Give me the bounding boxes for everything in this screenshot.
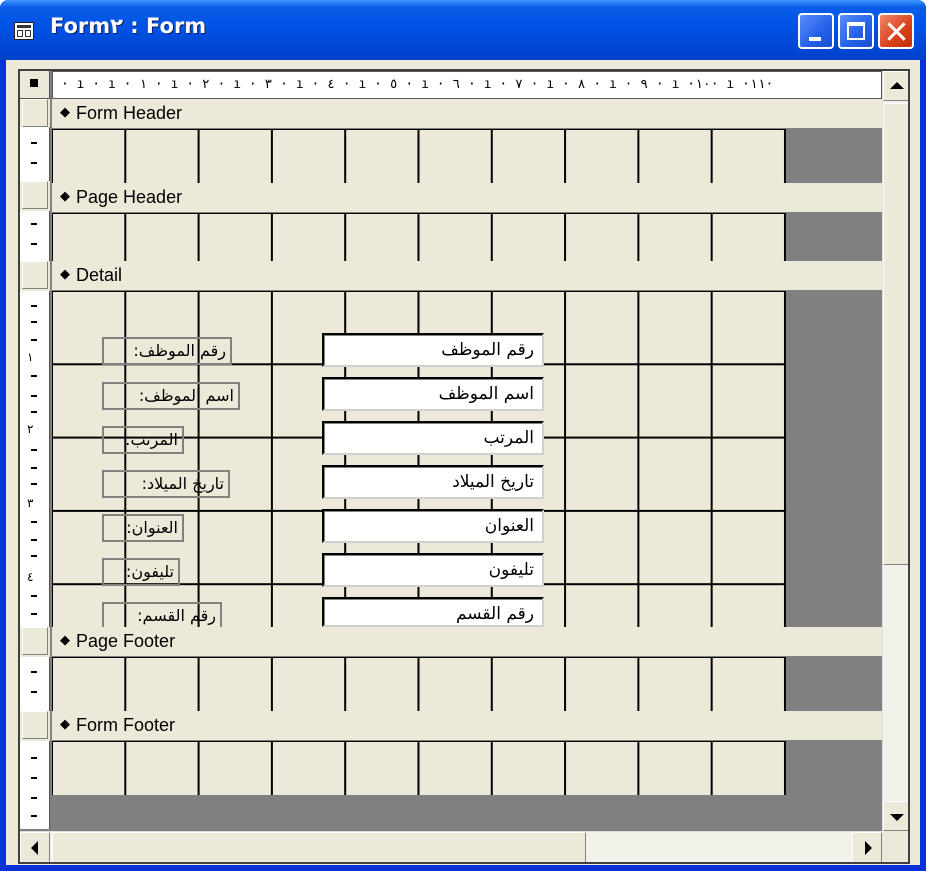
horizontal-ruler[interactable]: · ı · ı · ١ · ı · ٢ · ı · ٣ · ı · ٤ · ı …: [52, 71, 882, 99]
field-label-employee-name[interactable]: اسم الموظف:: [102, 382, 240, 410]
textbox-address[interactable]: العنوان: [322, 509, 544, 543]
scroll-up-button[interactable]: [883, 71, 908, 101]
section-title: Page Footer: [76, 631, 176, 651]
section-selector-detail[interactable]: [22, 261, 48, 289]
field-label-department-id[interactable]: رقم القسم:: [102, 602, 222, 630]
close-button[interactable]: [878, 13, 914, 49]
section-title: Form Footer: [76, 715, 176, 735]
vertical-scrollbar[interactable]: [882, 71, 908, 831]
textbox-department-id[interactable]: رقم القسم: [322, 597, 544, 627]
ruler-number: ٤: [27, 570, 34, 584]
section-marker-icon: ◆: [60, 633, 70, 648]
ruler-number: ٣: [27, 496, 34, 510]
vertical-scroll-thumb[interactable]: [883, 103, 908, 565]
section-selector-page-header[interactable]: [22, 181, 48, 209]
ruler-number: ٢: [27, 422, 34, 436]
scroll-down-button[interactable]: [883, 801, 908, 831]
window-title: Form٢ : Form: [50, 14, 207, 38]
section-bar-form-header[interactable]: ◆ Form Header: [52, 99, 882, 129]
scroll-left-button[interactable]: [20, 832, 50, 862]
scroll-right-button[interactable]: [852, 832, 882, 862]
section-bar-page-header[interactable]: ◆ Page Header: [52, 183, 882, 213]
section-bar-page-footer[interactable]: ◆ Page Footer: [52, 627, 882, 657]
section-marker-icon: ◆: [60, 717, 70, 732]
maximize-icon: [847, 22, 865, 40]
minimize-icon: [809, 37, 821, 41]
textbox-phone[interactable]: تليفون: [322, 553, 544, 587]
page-footer-area[interactable]: [52, 657, 786, 711]
section-title: Detail: [76, 265, 123, 285]
arrow-left-icon: [31, 841, 38, 855]
section-title: Page Header: [76, 187, 183, 207]
textbox-salary[interactable]: المرتب: [322, 421, 544, 455]
maximize-button[interactable]: [838, 13, 874, 49]
size-grip: [882, 831, 908, 862]
form-header-area[interactable]: [52, 129, 786, 183]
field-label-salary[interactable]: المرتب:: [102, 426, 184, 454]
field-label-address[interactable]: العنوان:: [102, 514, 184, 542]
form-design-window: Form٢ : Form · ı · ı · ١ · ı · ٢ · ı · ٣…: [0, 0, 926, 871]
form-design-surface: · ı · ı · ١ · ı · ٢ · ı · ٣ · ı · ٤ · ı …: [18, 69, 910, 864]
textbox-employee-name[interactable]: اسم الموظف: [322, 377, 544, 411]
arrow-right-icon: [865, 841, 872, 855]
section-title: Form Header: [76, 103, 183, 123]
arrow-up-icon: [890, 82, 904, 89]
field-label-birth-date[interactable]: تاريخ الميلاد:: [102, 470, 230, 498]
section-selector-page-footer[interactable]: [22, 627, 48, 655]
form-footer-area[interactable]: [52, 741, 786, 795]
ruler-number: ١: [27, 350, 34, 364]
section-bar-form-footer[interactable]: ◆ Form Footer: [52, 711, 882, 741]
section-marker-icon: ◆: [60, 189, 70, 204]
arrow-down-icon: [890, 814, 904, 821]
minimize-button[interactable]: [798, 13, 834, 49]
textbox-employee-id[interactable]: رقم الموظف: [322, 333, 544, 367]
horizontal-scroll-thumb[interactable]: [52, 832, 586, 862]
section-marker-icon: ◆: [60, 267, 70, 282]
window-client-area: · ı · ı · ١ · ı · ٢ · ı · ٣ · ı · ٤ · ı …: [6, 60, 920, 865]
field-label-phone[interactable]: تليفون:: [102, 558, 180, 586]
section-selector-form-footer[interactable]: [22, 711, 48, 739]
vertical-ruler: ١ ٢ ٣ ٤: [20, 99, 50, 829]
page-header-area[interactable]: [52, 213, 786, 261]
section-selector-form-header[interactable]: [22, 99, 48, 127]
form-selector[interactable]: [20, 71, 50, 99]
form-design-icon[interactable]: [14, 22, 34, 40]
section-bar-detail[interactable]: ◆ Detail: [52, 261, 882, 291]
title-bar[interactable]: Form٢ : Form: [0, 0, 926, 60]
horizontal-scrollbar[interactable]: [20, 831, 882, 862]
textbox-birth-date[interactable]: تاريخ الميلاد: [322, 465, 544, 499]
section-marker-icon: ◆: [60, 105, 70, 120]
field-label-employee-id[interactable]: رقم الموظف:: [102, 337, 232, 365]
